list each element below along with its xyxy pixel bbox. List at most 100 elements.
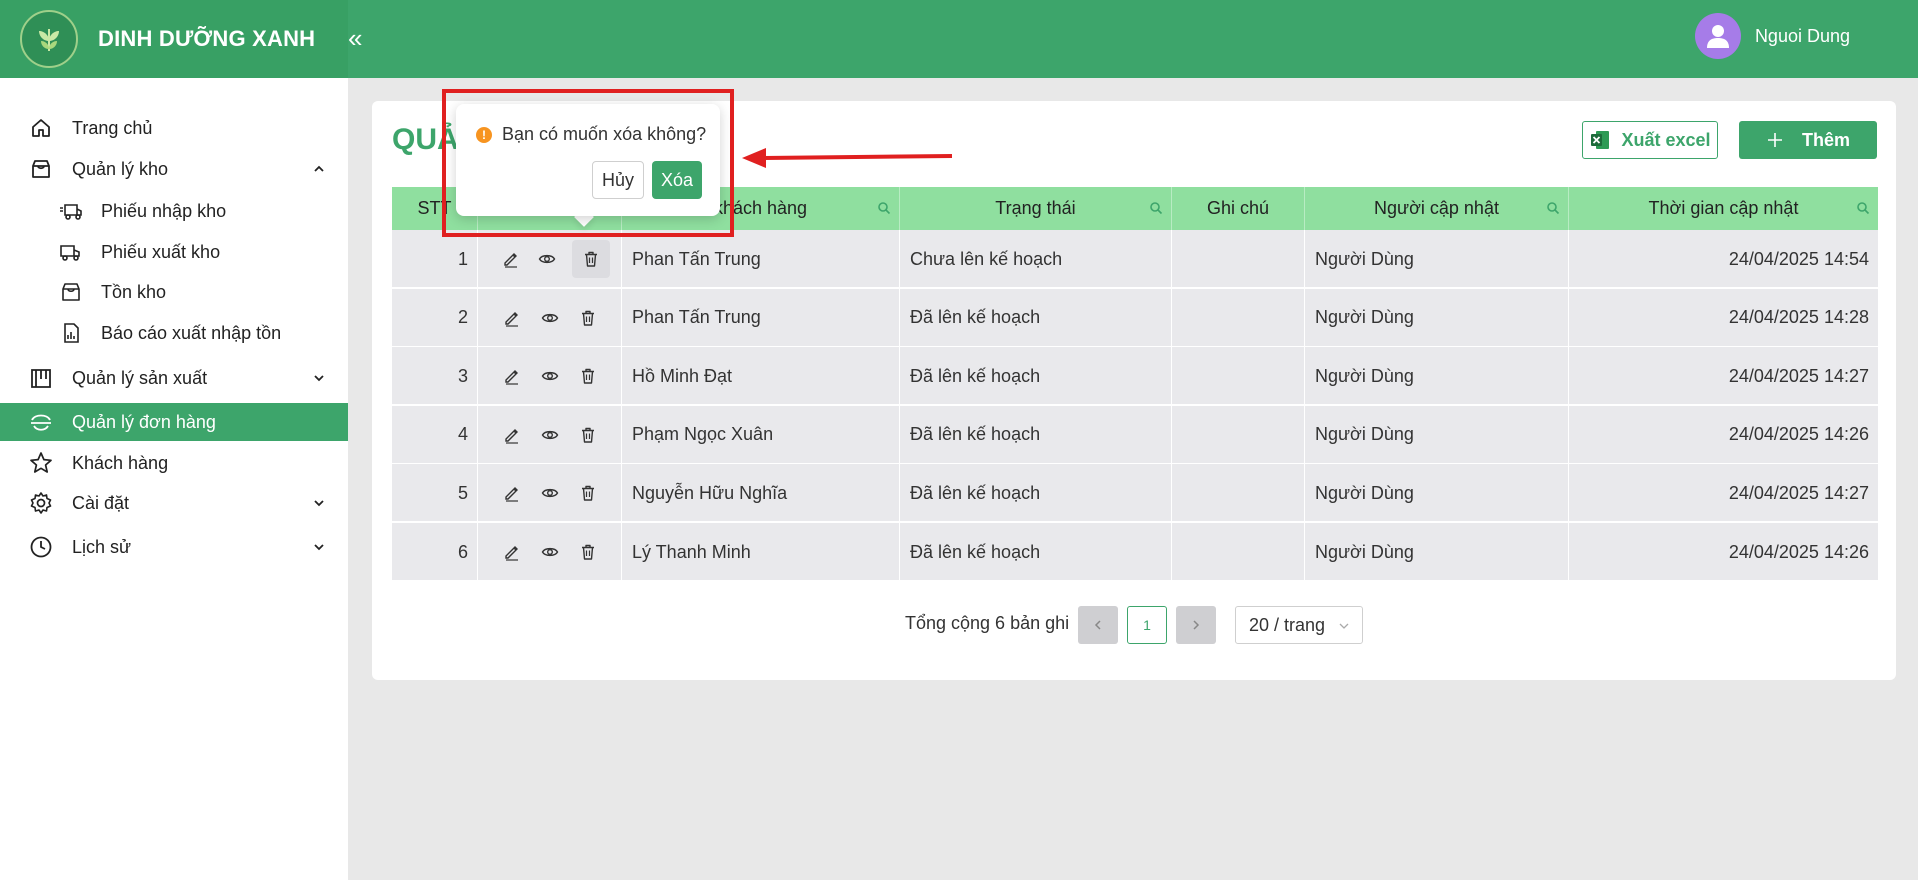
sidebar-item-orders[interactable]: Quản lý đơn hàng xyxy=(0,403,348,441)
factory-icon xyxy=(28,365,54,391)
cell-note xyxy=(1172,347,1305,406)
pagination: Tổng cộng 6 bản ghi 1 20 / trang xyxy=(372,604,1896,644)
cell-customer: Nguyễn Hữu Nghĩa xyxy=(622,464,900,523)
sidebar-item-stock-in[interactable]: Phiếu nhập kho xyxy=(0,192,348,230)
chevron-left-icon xyxy=(1094,620,1101,630)
sidebar-item-inventory[interactable]: Tồn kho xyxy=(0,273,348,311)
row-actions xyxy=(478,405,622,464)
table-row: 2 Phan Tấn Trung Đã lên kế hoạch Người Dùng… xyxy=(392,288,1878,347)
search-icon[interactable] xyxy=(1546,201,1560,215)
view-icon[interactable] xyxy=(539,307,561,329)
sidebar-item-warehouse[interactable]: Quản lý kho xyxy=(0,150,348,188)
inventory-icon xyxy=(58,279,84,305)
delete-icon[interactable] xyxy=(571,240,610,278)
brand-name: DINH DƯỠNG XANH xyxy=(98,26,316,51)
user-menu[interactable]: Nguoi Dung xyxy=(1694,12,1850,60)
view-icon[interactable] xyxy=(539,482,561,504)
sidebar-item-label: Phiếu xuất kho xyxy=(101,241,221,262)
sidebar-item-label: Quản lý đơn hàng xyxy=(72,411,216,432)
cell-note xyxy=(1172,230,1305,288)
cell-updated-at: 24/04/2025 14:54 xyxy=(1728,248,1869,269)
excel-icon xyxy=(1591,131,1610,149)
cell-updated-by: Người Dùng xyxy=(1305,288,1569,347)
search-icon[interactable] xyxy=(1149,201,1163,215)
column-header-status[interactable]: Trạng thái xyxy=(900,187,1172,230)
chevron-down-icon xyxy=(314,500,324,507)
row-actions xyxy=(478,347,622,406)
cell-stt: 5 xyxy=(392,464,478,523)
history-icon xyxy=(28,534,54,560)
sidebar-item-home[interactable]: Trang chủ xyxy=(0,109,348,147)
sidebar-item-settings[interactable]: Cài đặt xyxy=(0,484,348,522)
top-header: DINH DƯỠNG XANH « Nguoi Dung xyxy=(0,0,1918,78)
brand-area: DINH DƯỠNG XANH xyxy=(0,0,348,78)
table-row: 6 Lý Thanh Minh Đã lên kế hoạch Người Dùng 2… xyxy=(392,523,1878,581)
cell-status: Đã lên kế hoạch xyxy=(900,464,1172,523)
edit-icon[interactable] xyxy=(501,424,523,446)
next-page-button[interactable] xyxy=(1176,606,1216,644)
sidebar-item-customers[interactable]: Khách hàng xyxy=(0,444,348,482)
table-row: 4 Phạm Ngọc Xuân Đã lên kế hoạch Người Dùng… xyxy=(392,405,1878,464)
row-actions xyxy=(478,464,622,523)
cell-note xyxy=(1172,523,1305,581)
delete-icon[interactable] xyxy=(577,365,599,387)
cell-updated-at: 24/04/2025 14:27 xyxy=(1728,482,1869,503)
column-label: Ghi chú xyxy=(1206,198,1270,218)
sidebar: Trang chủ Quản lý kho Phiếu nhập kho Phi… xyxy=(0,78,348,880)
view-icon[interactable] xyxy=(539,424,561,446)
delete-icon[interactable] xyxy=(577,424,599,446)
warehouse-icon xyxy=(28,156,54,182)
sidebar-item-stock-out[interactable]: Phiếu xuất kho xyxy=(0,233,348,271)
edit-icon[interactable] xyxy=(501,482,523,504)
prev-page-button[interactable] xyxy=(1078,606,1118,644)
view-icon[interactable] xyxy=(539,541,561,563)
view-icon[interactable] xyxy=(536,248,558,270)
search-icon[interactable] xyxy=(1856,201,1870,215)
user-name: Nguoi Dung xyxy=(1754,25,1850,46)
edit-icon[interactable] xyxy=(501,365,523,387)
page-size-value: 20 / trang xyxy=(1249,614,1326,635)
view-icon[interactable] xyxy=(539,365,561,387)
cell-stt: 1 xyxy=(392,230,478,288)
page-button-current[interactable]: 1 xyxy=(1127,606,1167,644)
row-actions xyxy=(478,523,622,581)
add-button[interactable]: Thêm xyxy=(1739,121,1877,159)
sidebar-item-label: Tồn kho xyxy=(101,281,167,302)
sidebar-item-history[interactable]: Lịch sử xyxy=(0,528,348,566)
column-header-updated-by[interactable]: Người cập nhật xyxy=(1305,187,1569,230)
page-size-select[interactable]: 20 / trang xyxy=(1235,606,1363,644)
annotation-arrow xyxy=(742,148,953,168)
delete-icon[interactable] xyxy=(577,541,599,563)
cell-stt: 6 xyxy=(392,523,478,581)
cell-note xyxy=(1172,288,1305,347)
cell-note xyxy=(1172,405,1305,464)
column-header-updated-at[interactable]: Thời gian cập nhật xyxy=(1569,187,1878,230)
chevron-right-icon xyxy=(1193,620,1200,630)
cell-customer: Phạm Ngọc Xuân xyxy=(622,405,900,464)
cell-updated-at: 24/04/2025 14:26 xyxy=(1728,541,1869,562)
cell-updated-at: 24/04/2025 14:28 xyxy=(1728,307,1869,328)
row-actions xyxy=(478,288,622,347)
cell-stt: 2 xyxy=(392,288,478,347)
cell-updated-by: Người Dùng xyxy=(1305,347,1569,406)
delete-icon[interactable] xyxy=(577,482,599,504)
edit-icon[interactable] xyxy=(500,248,522,270)
avatar[interactable] xyxy=(1694,13,1741,59)
delete-icon[interactable] xyxy=(577,307,599,329)
edit-icon[interactable] xyxy=(501,541,523,563)
sidebar-item-production[interactable]: Quản lý sản xuất xyxy=(0,359,348,397)
total-records: Tổng cộng 6 bản ghi xyxy=(905,613,1070,633)
chevron-up-icon xyxy=(314,165,324,172)
collapse-sidebar-button[interactable]: « xyxy=(348,20,368,56)
column-header-note: Ghi chú xyxy=(1172,187,1305,230)
row-actions xyxy=(478,230,622,288)
search-icon[interactable] xyxy=(877,201,891,215)
cell-status: Đã lên kế hoạch xyxy=(900,288,1172,347)
edit-icon[interactable] xyxy=(501,307,523,329)
report-icon xyxy=(58,320,84,346)
sidebar-item-report[interactable]: Báo cáo xuất nhập tồn xyxy=(0,314,348,352)
column-label: Người cập nhật xyxy=(1374,198,1499,218)
truck-out-icon xyxy=(58,239,84,265)
export-excel-label: Xuất excel xyxy=(1621,129,1711,150)
export-excel-button[interactable]: Xuất excel xyxy=(1582,121,1718,159)
